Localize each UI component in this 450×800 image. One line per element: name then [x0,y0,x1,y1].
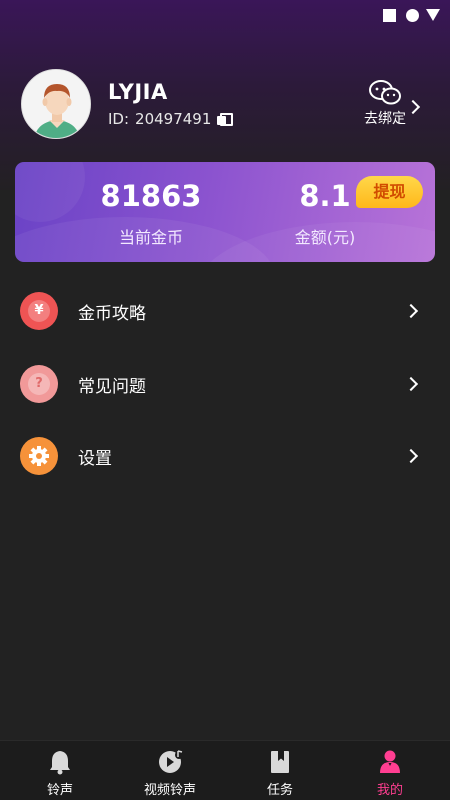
back-icon [426,9,440,21]
amount-value: 8.1 [299,179,351,213]
tab-tasks[interactable]: 任务 [224,741,336,800]
question-icon-inner: ? [28,373,50,395]
tab-ringtone[interactable]: 铃声 [4,741,116,800]
username: LYJIA [108,80,168,104]
menu-item-settings[interactable]: 设置 [0,420,450,492]
copy-icon[interactable] [217,113,234,126]
card-decoration [15,162,85,222]
menu-item-label: 设置 [78,449,112,469]
recent-apps-icon [383,9,396,22]
coin-summary-card: 81863 当前金币 8.1 金额(元) 提现 [15,162,435,262]
amount-label: 金额(元) [294,228,356,247]
tab-video-ringtone[interactable]: 视频铃声 [114,741,226,800]
withdraw-button[interactable]: 提现 [356,176,423,208]
wechat-icon [369,80,401,105]
current-coins-label: 当前金币 [118,228,183,247]
yuan-icon: ¥ [20,292,58,330]
home-icon [406,9,419,22]
question-icon: ? [20,365,58,403]
avatar[interactable] [21,69,91,139]
profile-header: LYJIA ID: 20497491 去绑定 [0,60,450,150]
bell-icon [50,751,70,775]
user-id-label: ID: [108,110,130,128]
person-icon [380,750,400,773]
task-icon [271,751,289,773]
bottom-tab-bar: 铃声 视频铃声 任务 我的 [0,740,450,800]
tab-label: 铃声 [46,783,73,798]
chevron-right-icon [403,376,419,392]
gear-icon [20,437,58,475]
tab-mine[interactable]: 我的 [334,741,446,800]
menu-item-coin-guide[interactable]: ¥ 金币攻略 [0,275,450,347]
menu-item-faq[interactable]: ? 常见问题 [0,348,450,420]
video-ringtone-icon [159,750,183,773]
yuan-icon-inner: ¥ [28,300,50,322]
current-coins-value: 81863 [100,179,202,213]
menu-item-label: 金币攻略 [78,304,146,324]
user-id-value: 20497491 [135,110,212,128]
tab-label: 视频铃声 [143,783,196,798]
user-id-row: ID: 20497491 [108,110,234,128]
gear-glyph [29,446,49,466]
status-bar [0,0,450,30]
tab-label: 任务 [266,783,293,798]
tab-label: 我的 [376,783,403,798]
menu-item-label: 常见问题 [78,377,146,397]
chevron-right-icon [403,303,419,319]
avatar-person-icon [22,70,90,138]
chevron-right-icon [403,448,419,464]
